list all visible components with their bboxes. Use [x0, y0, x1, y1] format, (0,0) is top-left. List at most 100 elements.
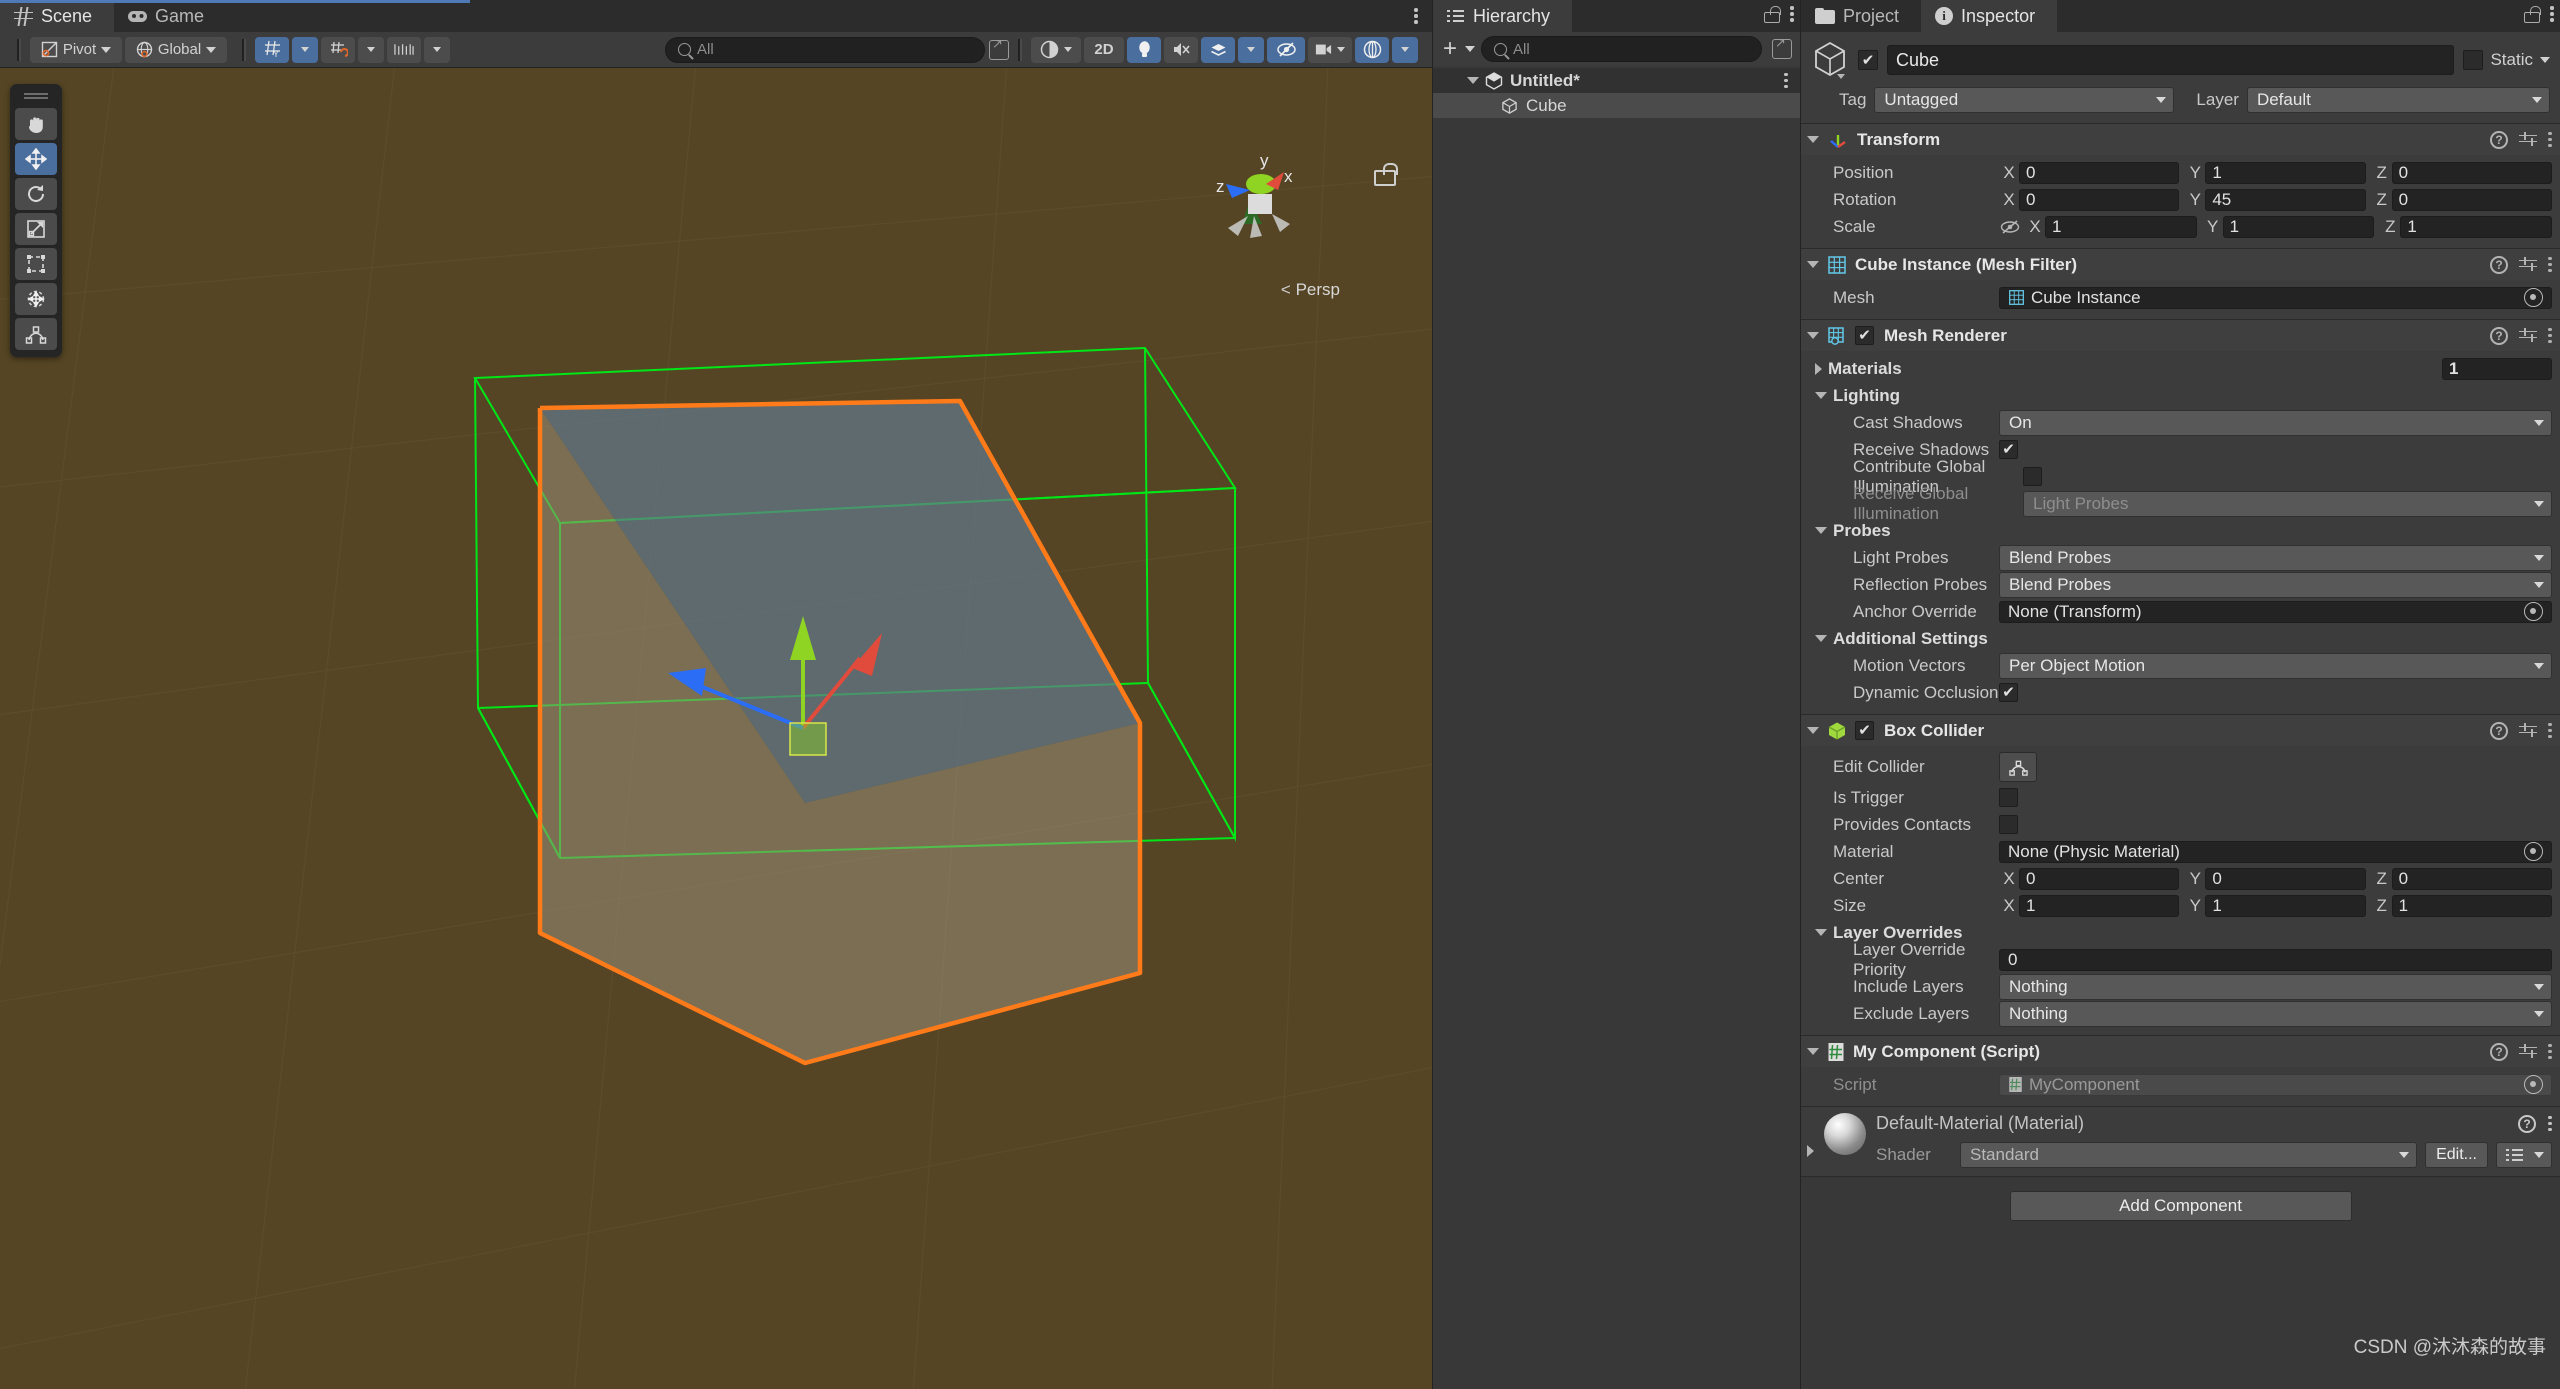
hierarchy-list[interactable]: Untitled* Cube	[1433, 66, 1800, 1389]
center-y-input[interactable]: 0	[2205, 868, 2365, 890]
is-trigger-checkbox[interactable]	[1999, 788, 2018, 807]
component-options-kebab-icon[interactable]	[2548, 1043, 2552, 1061]
scene-fx-dropdown[interactable]	[1238, 37, 1264, 63]
pivot-toggle-button[interactable]: Pivot	[30, 37, 122, 63]
handle-space-button[interactable]: Global	[125, 37, 227, 63]
size-x-input[interactable]: 1	[2019, 895, 2179, 917]
light-probes-dropdown[interactable]: Blend Probes	[1999, 545, 2552, 571]
shader-dropdown[interactable]: Standard	[1960, 1142, 2417, 1168]
section-additional-settings[interactable]: Additional Settings	[1809, 625, 2552, 652]
mesh-object-field[interactable]: Cube Instance	[1999, 287, 2552, 309]
help-icon[interactable]	[2490, 722, 2508, 740]
component-box-collider-header[interactable]: Box Collider	[1801, 715, 2560, 746]
tab-hierarchy[interactable]: Hierarchy	[1433, 0, 1572, 32]
scene-lighting-button[interactable]	[1127, 37, 1161, 63]
chevron-down-icon[interactable]	[1815, 527, 1827, 534]
grid-snap-dropdown[interactable]	[358, 37, 384, 63]
size-z-input[interactable]: 1	[2392, 895, 2552, 917]
help-icon[interactable]	[2490, 131, 2508, 149]
scale-y-input[interactable]: 1	[2223, 216, 2375, 238]
center-z-input[interactable]: 0	[2392, 868, 2552, 890]
chevron-down-icon[interactable]	[1807, 727, 1819, 734]
hierarchy-lock-icon[interactable]	[1764, 5, 1780, 23]
shader-variants-dropdown[interactable]	[2496, 1142, 2552, 1168]
section-materials[interactable]: Materials 1	[1809, 355, 2552, 382]
chevron-down-icon[interactable]	[1815, 929, 1827, 936]
contribute-gi-checkbox[interactable]	[2023, 467, 2042, 486]
component-my-component-header[interactable]: My Component (Script)	[1801, 1036, 2560, 1067]
hierarchy-search-expand-icon[interactable]	[1772, 39, 1792, 59]
snap-increment-button[interactable]	[387, 37, 421, 63]
two-d-toggle-button[interactable]: 2D	[1084, 37, 1124, 63]
position-y-input[interactable]: 1	[2205, 162, 2365, 184]
anchor-override-object-field[interactable]: None (Transform)	[1999, 601, 2552, 623]
component-mesh-filter-header[interactable]: Cube Instance (Mesh Filter)	[1801, 249, 2560, 280]
rotation-x-input[interactable]: 0	[2019, 189, 2179, 211]
mesh-renderer-enabled-checkbox[interactable]	[1855, 326, 1874, 345]
scene-fx-button[interactable]	[1201, 37, 1235, 63]
preset-icon[interactable]	[2519, 722, 2537, 740]
component-options-kebab-icon[interactable]	[2548, 722, 2552, 740]
dynamic-occlusion-checkbox[interactable]	[1999, 683, 2018, 702]
chevron-down-icon[interactable]	[1467, 77, 1479, 84]
provides-contacts-checkbox[interactable]	[1999, 815, 2018, 834]
component-options-kebab-icon[interactable]	[2548, 131, 2552, 149]
snap-increment-dropdown[interactable]	[424, 37, 450, 63]
box-collider-enabled-checkbox[interactable]	[1855, 721, 1874, 740]
gameobject-enabled-checkbox[interactable]	[1858, 50, 1878, 70]
rotation-y-input[interactable]: 45	[2205, 189, 2365, 211]
materials-count-input[interactable]: 1	[2442, 358, 2552, 380]
palette-grip-icon[interactable]	[15, 90, 57, 102]
rect-tool-button[interactable]	[15, 248, 57, 280]
transform-tool-button[interactable]	[15, 283, 57, 315]
chevron-down-icon[interactable]	[1815, 635, 1827, 642]
layer-override-priority-input[interactable]: 0	[1999, 949, 2552, 971]
rotation-z-input[interactable]: 0	[2392, 189, 2552, 211]
tab-project[interactable]: Project	[1801, 0, 1921, 32]
component-transform-header[interactable]: Transform	[1801, 124, 2560, 155]
help-icon[interactable]	[2518, 1115, 2536, 1133]
preset-icon[interactable]	[2519, 327, 2537, 345]
component-options-kebab-icon[interactable]	[2548, 327, 2552, 345]
constrained-proportions-off-icon[interactable]	[1999, 219, 2021, 235]
center-x-input[interactable]: 0	[2019, 868, 2179, 890]
gizmos-toggle-button[interactable]	[1355, 37, 1389, 63]
chevron-down-icon[interactable]	[1807, 332, 1819, 339]
grid-axis-button[interactable]: Y	[255, 37, 289, 63]
chevron-down-icon[interactable]	[1807, 136, 1819, 143]
tab-game[interactable]: Game	[114, 0, 226, 32]
section-lighting[interactable]: Lighting	[1809, 382, 2552, 409]
exclude-layers-dropdown[interactable]: Nothing	[1999, 1001, 2552, 1027]
hierarchy-search-box[interactable]	[1481, 36, 1762, 62]
help-icon[interactable]	[2490, 1043, 2508, 1061]
scene-audio-button[interactable]	[1164, 37, 1198, 63]
scale-x-input[interactable]: 1	[2045, 216, 2197, 238]
object-picker-icon[interactable]	[2524, 288, 2543, 307]
move-tool-button[interactable]	[15, 143, 57, 175]
scene-view-gizmo[interactable]: y x z	[1192, 144, 1332, 274]
chevron-down-icon[interactable]	[1807, 261, 1819, 268]
scene-gizmo-lock-icon[interactable]	[1374, 164, 1394, 186]
tag-dropdown[interactable]: Untagged	[1874, 87, 2174, 113]
hierarchy-options-kebab-icon[interactable]	[1790, 5, 1794, 23]
size-y-input[interactable]: 1	[2205, 895, 2365, 917]
static-checkbox[interactable]	[2463, 50, 2483, 70]
scene-options-kebab-icon[interactable]	[1414, 7, 1418, 25]
add-gameobject-caret-icon[interactable]	[1465, 46, 1475, 52]
scene-viewport[interactable]: y x z < Persp	[0, 68, 1432, 1389]
hierarchy-item-cube[interactable]: Cube	[1433, 93, 1800, 118]
preset-icon[interactable]	[2519, 131, 2537, 149]
custom-tool-button[interactable]	[15, 318, 57, 350]
grid-snap-button[interactable]	[321, 37, 355, 63]
chevron-right-icon[interactable]	[1815, 363, 1822, 375]
scene-row-kebab-icon[interactable]	[1784, 72, 1788, 90]
position-z-input[interactable]: 0	[2392, 162, 2552, 184]
object-picker-icon[interactable]	[2524, 602, 2543, 621]
physic-material-object-field[interactable]: None (Physic Material)	[1999, 841, 2552, 863]
component-options-kebab-icon[interactable]	[2548, 256, 2552, 274]
gameobject-name-input[interactable]: Cube	[1887, 45, 2454, 75]
preset-icon[interactable]	[2519, 1043, 2537, 1061]
add-component-button[interactable]: Add Component	[2010, 1191, 2352, 1221]
static-dropdown-caret-icon[interactable]	[2540, 57, 2550, 63]
add-gameobject-icon[interactable]: +	[1441, 37, 1459, 61]
